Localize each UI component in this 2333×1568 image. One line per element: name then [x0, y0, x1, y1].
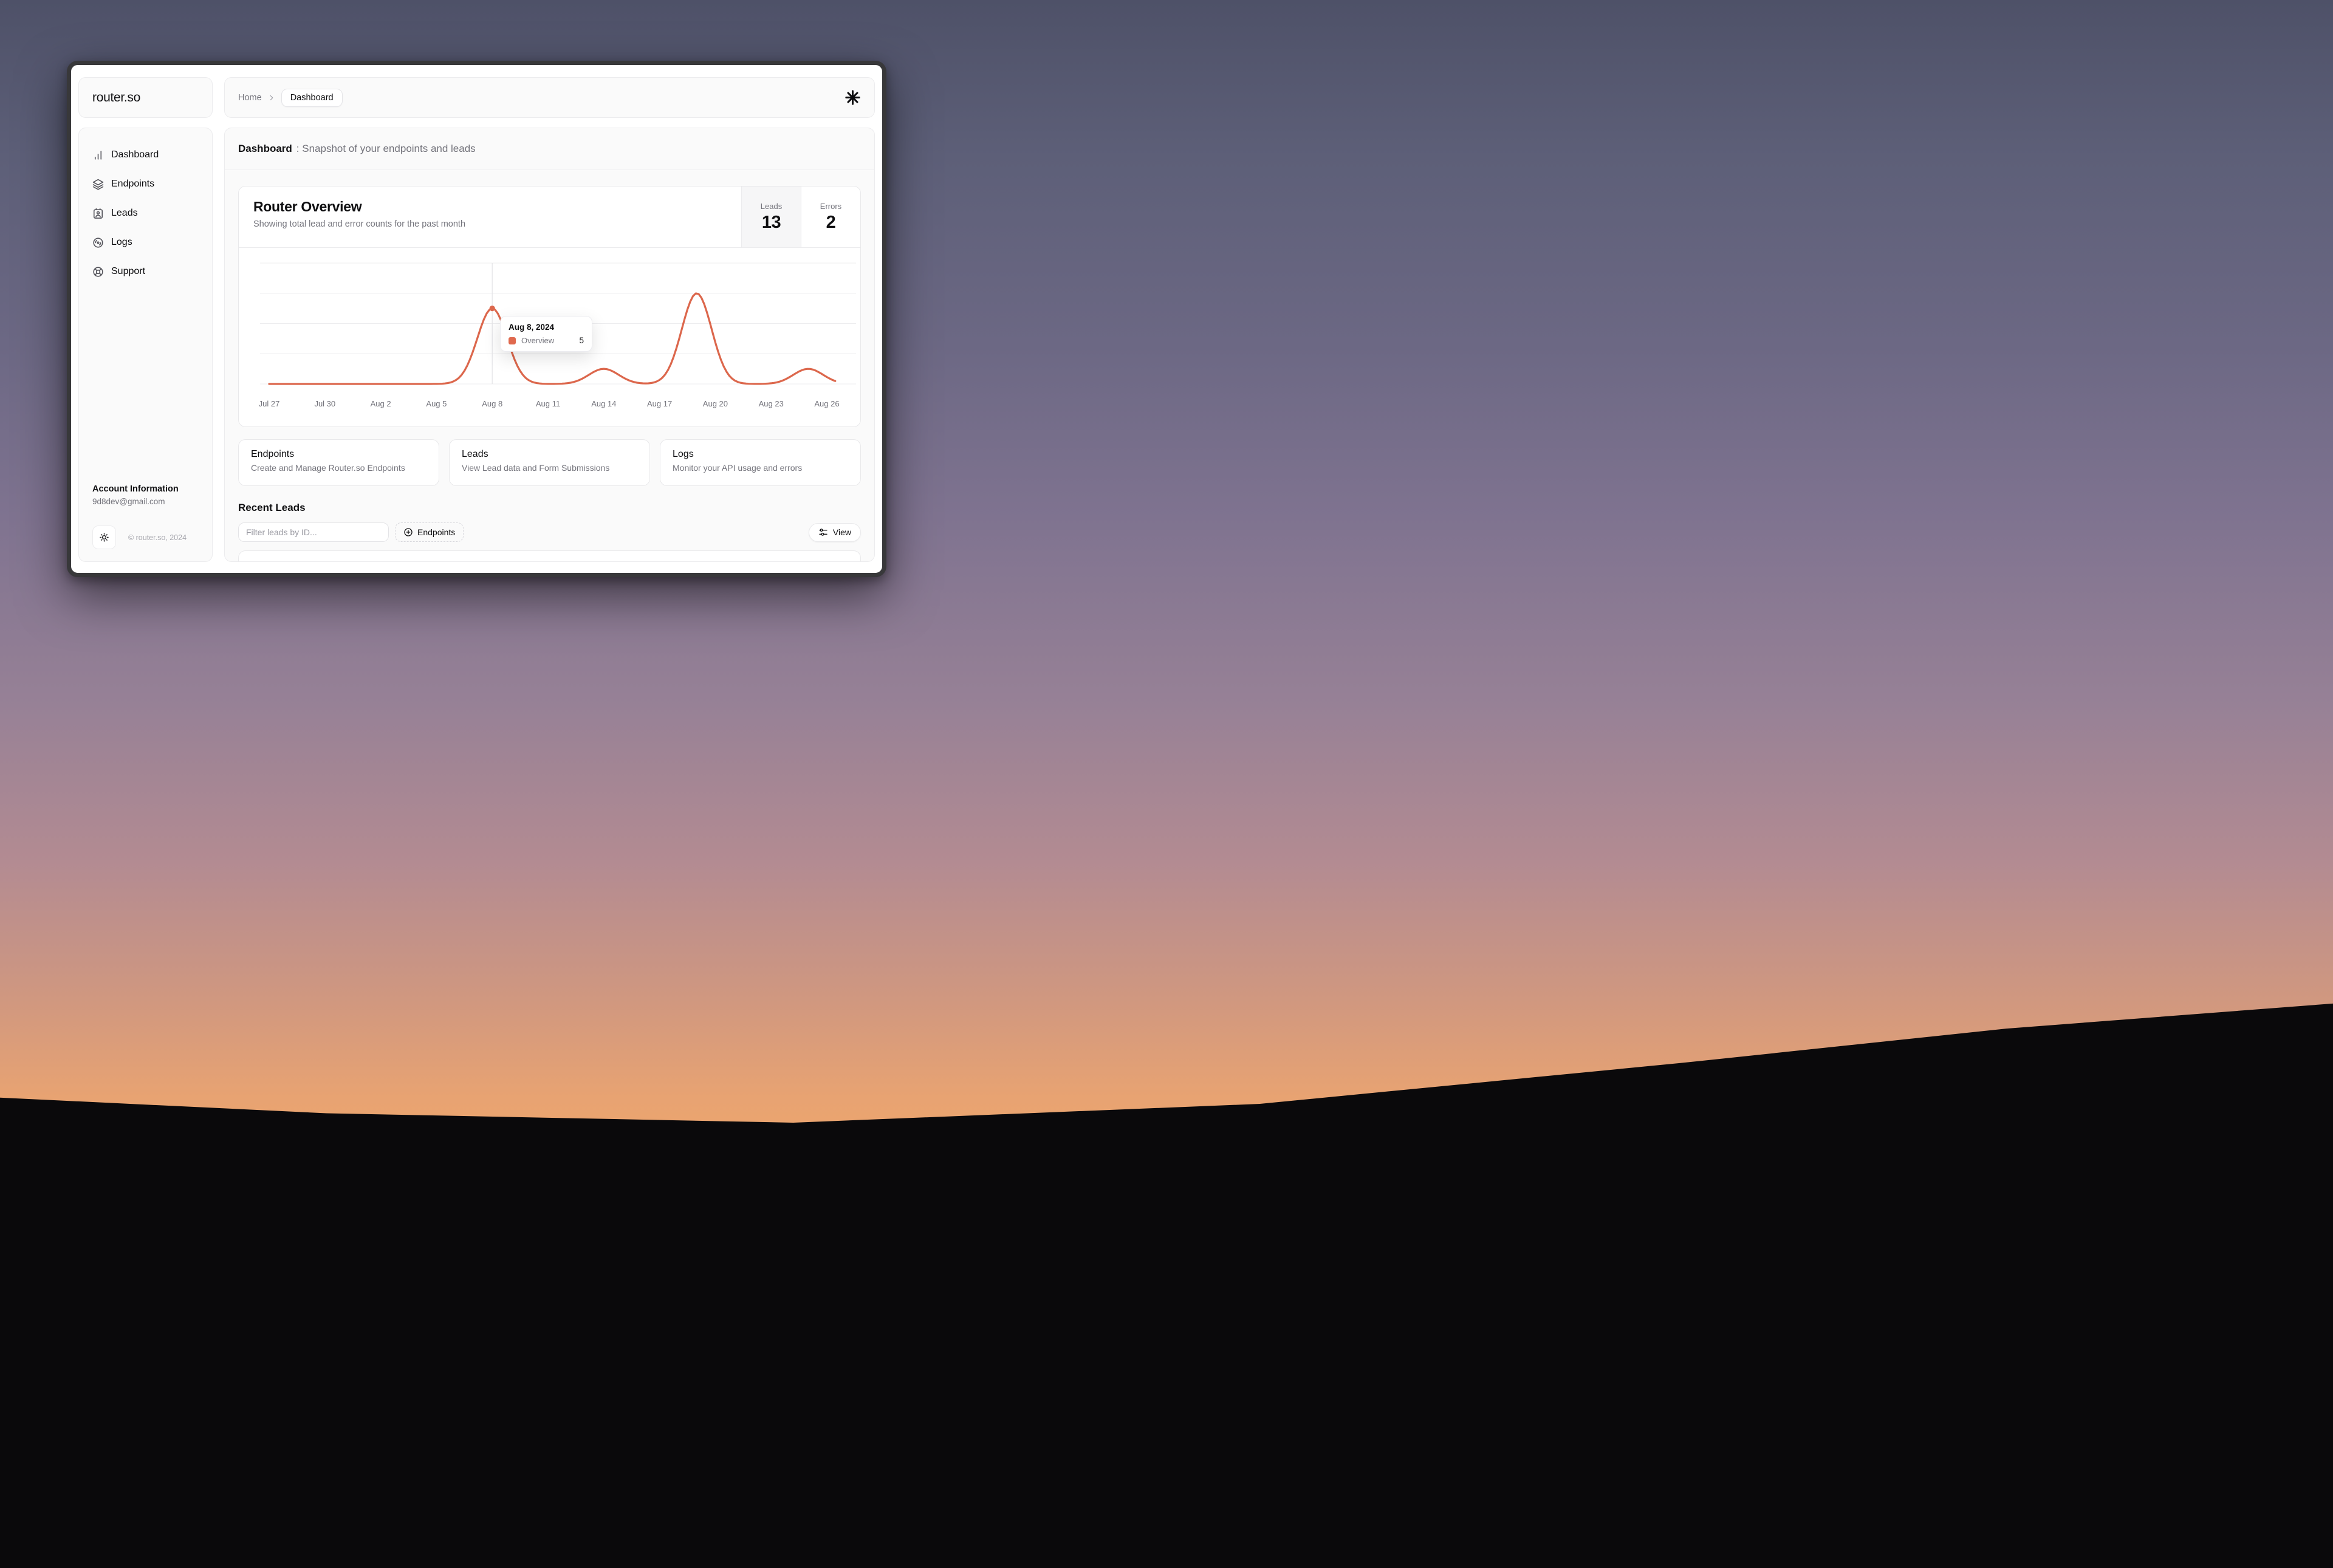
x-axis-label: Aug 11: [536, 399, 560, 408]
sidebar-item-leads[interactable]: Leads: [92, 206, 199, 221]
x-axis-label: Aug 8: [482, 399, 502, 408]
disc-icon: [92, 237, 104, 248]
stat-leads-label: Leads: [761, 202, 782, 211]
card-title: Logs: [673, 449, 848, 460]
sidebar-item-label: Support: [111, 266, 145, 277]
bar-chart-icon: [92, 149, 104, 161]
x-axis-label: Aug 20: [703, 399, 728, 408]
x-axis-label: Jul 27: [259, 399, 280, 408]
account-email: 9d8dev@gmail.com: [92, 497, 199, 506]
x-axis-label: Aug 5: [426, 399, 447, 408]
card-logs[interactable]: Logs Monitor your API usage and errors: [660, 439, 861, 486]
overview-chart-area: Jul 27 Jul 30 Aug 2 Aug 5 Aug 8 Aug 11 Aug 14 A…: [239, 248, 860, 426]
panel-body: Router Overview Showing total lead and e…: [225, 170, 874, 561]
sidebar: router.so Dashboard Endpoints Leads Logs Sup…: [78, 77, 213, 562]
tooltip-value: 5: [579, 336, 584, 345]
overview-subtitle: Showing total lead and error counts for …: [253, 219, 727, 229]
copyright-text: © router.so, 2024: [116, 533, 199, 542]
sidebar-item-label: Leads: [111, 208, 138, 219]
card-description: Monitor your API usage and errors: [673, 463, 848, 473]
chart-tooltip: Aug 8, 2024 Overview 5: [500, 316, 592, 352]
card-title: Endpoints: [251, 449, 427, 460]
app-window: router.so Dashboard Endpoints Leads Logs Sup…: [67, 61, 886, 577]
sidebar-item-label: Logs: [111, 237, 132, 248]
app-logo: router.so: [92, 91, 140, 105]
contact-card-icon: [92, 208, 104, 219]
account-info: Account Information 9d8dev@gmail.com: [92, 484, 199, 506]
quick-cards-row: Endpoints Create and Manage Router.so End…: [238, 439, 861, 486]
view-button[interactable]: View: [809, 523, 861, 542]
dashboard-panel: Dashboard : Snapshot of your endpoints a…: [224, 128, 875, 562]
sliders-icon: [818, 527, 828, 537]
stat-errors-value: 2: [826, 213, 836, 233]
sidebar-footer: © router.so, 2024: [92, 526, 199, 549]
account-info-title: Account Information: [92, 484, 199, 494]
card-title: Leads: [462, 449, 637, 460]
logo-card: router.so: [78, 77, 213, 118]
overview-title: Router Overview: [253, 199, 727, 215]
asterisk-menu-icon[interactable]: [844, 89, 861, 106]
sidebar-item-dashboard[interactable]: Dashboard: [92, 148, 199, 162]
recent-leads-title: Recent Leads: [238, 502, 861, 514]
tooltip-series-name: Overview: [521, 336, 554, 345]
sidebar-nav-card: Dashboard Endpoints Leads Logs Support Accou…: [78, 128, 213, 562]
sidebar-item-logs[interactable]: Logs: [92, 235, 199, 250]
life-buoy-icon: [92, 266, 104, 278]
x-axis-label: Aug 23: [759, 399, 784, 408]
x-axis-label: Aug 26: [814, 399, 839, 408]
tooltip-series-swatch: [509, 337, 516, 344]
x-axis-label: Aug 2: [371, 399, 391, 408]
x-axis-label: Aug 17: [647, 399, 672, 408]
stat-leads[interactable]: Leads 13: [741, 187, 801, 247]
chevron-right-icon: [267, 94, 276, 102]
breadcrumb-current-pill[interactable]: Dashboard: [281, 89, 343, 107]
endpoints-button-label: Endpoints: [417, 527, 455, 537]
x-axis-label: Aug 14: [591, 399, 616, 408]
main-column: Home Dashboard Dashboard : Snapshot of y…: [224, 77, 875, 562]
view-button-label: View: [833, 527, 851, 537]
overview-header: Router Overview Showing total lead and e…: [239, 187, 860, 248]
sun-icon: [99, 532, 109, 543]
breadcrumb-home-link[interactable]: Home: [238, 93, 262, 103]
router-overview-card: Router Overview Showing total lead and e…: [238, 186, 861, 427]
x-axis-label: Jul 30: [314, 399, 335, 408]
card-endpoints[interactable]: Endpoints Create and Manage Router.so End…: [238, 439, 439, 486]
sidebar-item-endpoints[interactable]: Endpoints: [92, 177, 199, 191]
active-point-dot: [490, 306, 495, 311]
recent-leads-toolbar: Endpoints View: [238, 522, 861, 542]
theme-toggle-button[interactable]: [92, 526, 116, 549]
sidebar-item-label: Endpoints: [111, 179, 154, 190]
top-header-bar: Home Dashboard: [224, 77, 875, 118]
card-leads[interactable]: Leads View Lead data and Form Submissions: [449, 439, 650, 486]
sidebar-item-support[interactable]: Support: [92, 264, 199, 279]
endpoints-button[interactable]: Endpoints: [395, 522, 464, 542]
sidebar-nav: Dashboard Endpoints Leads Logs Support: [92, 148, 199, 293]
filter-leads-input[interactable]: [238, 522, 389, 542]
leads-table-card-top: [238, 550, 861, 561]
stat-leads-value: 13: [762, 213, 781, 233]
card-description: View Lead data and Form Submissions: [462, 463, 637, 473]
stat-errors[interactable]: Errors 2: [801, 187, 860, 247]
sidebar-item-label: Dashboard: [111, 149, 159, 160]
panel-header: Dashboard : Snapshot of your endpoints a…: [225, 128, 874, 170]
page-subtitle: : Snapshot of your endpoints and leads: [296, 143, 476, 155]
page-title: Dashboard: [238, 143, 292, 155]
stat-errors-label: Errors: [820, 202, 841, 211]
circle-plus-icon: [403, 527, 413, 537]
layers-icon: [92, 179, 104, 190]
tooltip-date: Aug 8, 2024: [509, 323, 584, 332]
card-description: Create and Manage Router.so Endpoints: [251, 463, 427, 473]
